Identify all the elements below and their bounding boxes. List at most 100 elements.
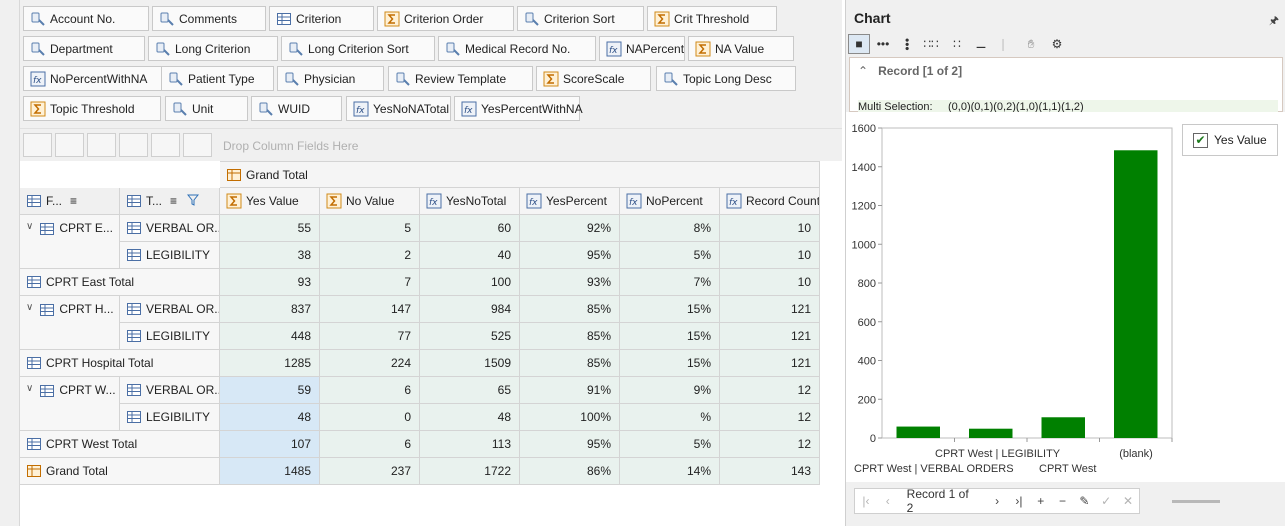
row-sub-header[interactable]: LEGIBILITY [120, 404, 220, 431]
drop-slot[interactable] [151, 133, 180, 157]
field-button[interactable]: fx NoPercentWithNA [23, 66, 173, 91]
single-selection-icon[interactable]: ■ [848, 34, 870, 54]
data-cell[interactable]: 1485 [220, 458, 320, 485]
chevron-up-icon[interactable]: ⌃ [858, 64, 868, 78]
data-cell[interactable]: 0 [320, 404, 420, 431]
drop-slot[interactable] [23, 133, 52, 157]
data-cell[interactable]: 525 [420, 323, 520, 350]
drop-slot[interactable] [87, 133, 116, 157]
row-sub-header[interactable]: LEGIBILITY [120, 242, 220, 269]
data-cell[interactable]: 12 [720, 404, 820, 431]
grid-selection-icon[interactable]: ∷ [946, 34, 968, 54]
data-cell[interactable]: 48 [220, 404, 320, 431]
data-cell[interactable]: 6 [320, 377, 420, 404]
row-sub-header[interactable]: VERBAL OR... [120, 215, 220, 242]
data-cell[interactable]: 143 [720, 458, 820, 485]
data-cell[interactable]: 40 [420, 242, 520, 269]
data-cell[interactable]: 86% [520, 458, 620, 485]
data-cell[interactable]: 93 [220, 269, 320, 296]
row-sub-header[interactable]: VERBAL OR... [120, 296, 220, 323]
data-cell[interactable]: 92% [520, 215, 620, 242]
edit-record-button[interactable]: ✎ [1073, 494, 1095, 508]
column-header[interactable]: No Value [320, 188, 420, 215]
row-sub-header[interactable]: LEGIBILITY [120, 323, 220, 350]
row-selection-icon[interactable]: ••• [872, 34, 894, 54]
field-button[interactable]: Review Template [388, 66, 533, 91]
field-button[interactable]: Unit [165, 96, 248, 121]
data-cell[interactable]: 837 [220, 296, 320, 323]
data-cell[interactable]: 95% [520, 431, 620, 458]
data-cell[interactable]: 1509 [420, 350, 520, 377]
field-button[interactable]: Long Criterion [148, 36, 278, 61]
data-cell[interactable]: 95% [520, 242, 620, 269]
field-button[interactable]: Topic Threshold [23, 96, 161, 121]
data-cell[interactable]: 59 [220, 377, 320, 404]
data-cell[interactable]: 10 [720, 269, 820, 296]
field-button[interactable]: Criterion [269, 6, 374, 31]
data-cell[interactable]: 12 [720, 377, 820, 404]
cancel-record-button[interactable]: ✕ [1117, 494, 1139, 508]
prev-record-button[interactable]: ‹ [877, 494, 899, 508]
field-button[interactable]: Long Criterion Sort [281, 36, 435, 61]
data-cell[interactable]: 7% [620, 269, 720, 296]
row-group-header[interactable]: ∨ CPRT H... [20, 296, 120, 350]
row-sub-header[interactable]: VERBAL OR... [120, 377, 220, 404]
drop-slot[interactable] [119, 133, 148, 157]
data-cell[interactable]: 14% [620, 458, 720, 485]
data-cell[interactable]: 121 [720, 296, 820, 323]
pin-icon[interactable]: 🖈︎ [1269, 12, 1279, 31]
row-field-button[interactable]: T... ≡ [120, 188, 220, 215]
first-record-button[interactable]: |‹ [855, 494, 877, 508]
column-header[interactable]: fx YesNoTotal [420, 188, 520, 215]
field-button[interactable]: Topic Long Desc [656, 66, 796, 91]
data-cell[interactable]: 237 [320, 458, 420, 485]
field-button[interactable]: Physician [277, 66, 384, 91]
data-cell[interactable]: 113 [420, 431, 520, 458]
field-button[interactable]: fx YesNoNATotal [346, 96, 451, 121]
data-cell[interactable]: 15% [620, 323, 720, 350]
data-cell[interactable]: 5 [320, 215, 420, 242]
field-button[interactable]: Comments [152, 6, 266, 31]
data-cell[interactable]: 85% [520, 296, 620, 323]
field-button[interactable]: ScoreScale [536, 66, 651, 91]
data-cell[interactable]: 147 [320, 296, 420, 323]
data-cell[interactable]: 7 [320, 269, 420, 296]
data-cell[interactable]: 5% [620, 242, 720, 269]
data-cell[interactable]: 448 [220, 323, 320, 350]
sort-icon[interactable]: ≡ [170, 194, 177, 208]
field-button[interactable]: Medical Record No. [438, 36, 596, 61]
field-button[interactable]: WUID [251, 96, 342, 121]
field-button[interactable]: Criterion Order [377, 6, 514, 31]
grand-total-header[interactable]: Grand Total [220, 161, 820, 188]
data-cell[interactable]: 12 [720, 431, 820, 458]
row-group-header[interactable]: ∨ CPRT W... [20, 377, 120, 431]
data-cell[interactable]: 10 [720, 242, 820, 269]
data-cell[interactable]: 85% [520, 323, 620, 350]
hand-icon[interactable]: ✋︎ [1020, 34, 1042, 54]
multi-selection-icon[interactable]: ∷∷ [920, 34, 942, 54]
data-cell[interactable]: 2 [320, 242, 420, 269]
sort-icon[interactable]: ≡ [70, 194, 77, 208]
collapse-chevron-icon[interactable]: ∨ [26, 302, 33, 313]
data-cell[interactable]: 10 [720, 215, 820, 242]
data-cell[interactable]: 60 [420, 215, 520, 242]
field-button[interactable]: Patient Type [161, 66, 274, 91]
row-total-header[interactable]: CPRT West Total [20, 431, 220, 458]
confirm-record-button[interactable]: ✓ [1095, 494, 1117, 508]
data-cell[interactable]: 100% [520, 404, 620, 431]
column-header[interactable]: fx Record Count [720, 188, 820, 215]
record-header[interactable]: ⌃ Record [1 of 2] [858, 64, 962, 78]
collapse-chevron-icon[interactable]: ∨ [26, 383, 33, 394]
field-button[interactable]: Criterion Sort [517, 6, 644, 31]
data-cell[interactable]: 121 [720, 350, 820, 377]
data-cell[interactable]: 107 [220, 431, 320, 458]
field-button[interactable]: fx NAPercent [599, 36, 685, 61]
data-cell[interactable]: 100 [420, 269, 520, 296]
data-cell[interactable]: 1285 [220, 350, 320, 377]
row-total-header[interactable]: Grand Total [20, 458, 220, 485]
last-record-button[interactable]: ›| [1008, 494, 1030, 508]
data-cell[interactable]: 224 [320, 350, 420, 377]
data-cell[interactable]: 984 [420, 296, 520, 323]
gear-icon[interactable]: ⚙︎ [1046, 34, 1068, 54]
data-cell[interactable]: 77 [320, 323, 420, 350]
